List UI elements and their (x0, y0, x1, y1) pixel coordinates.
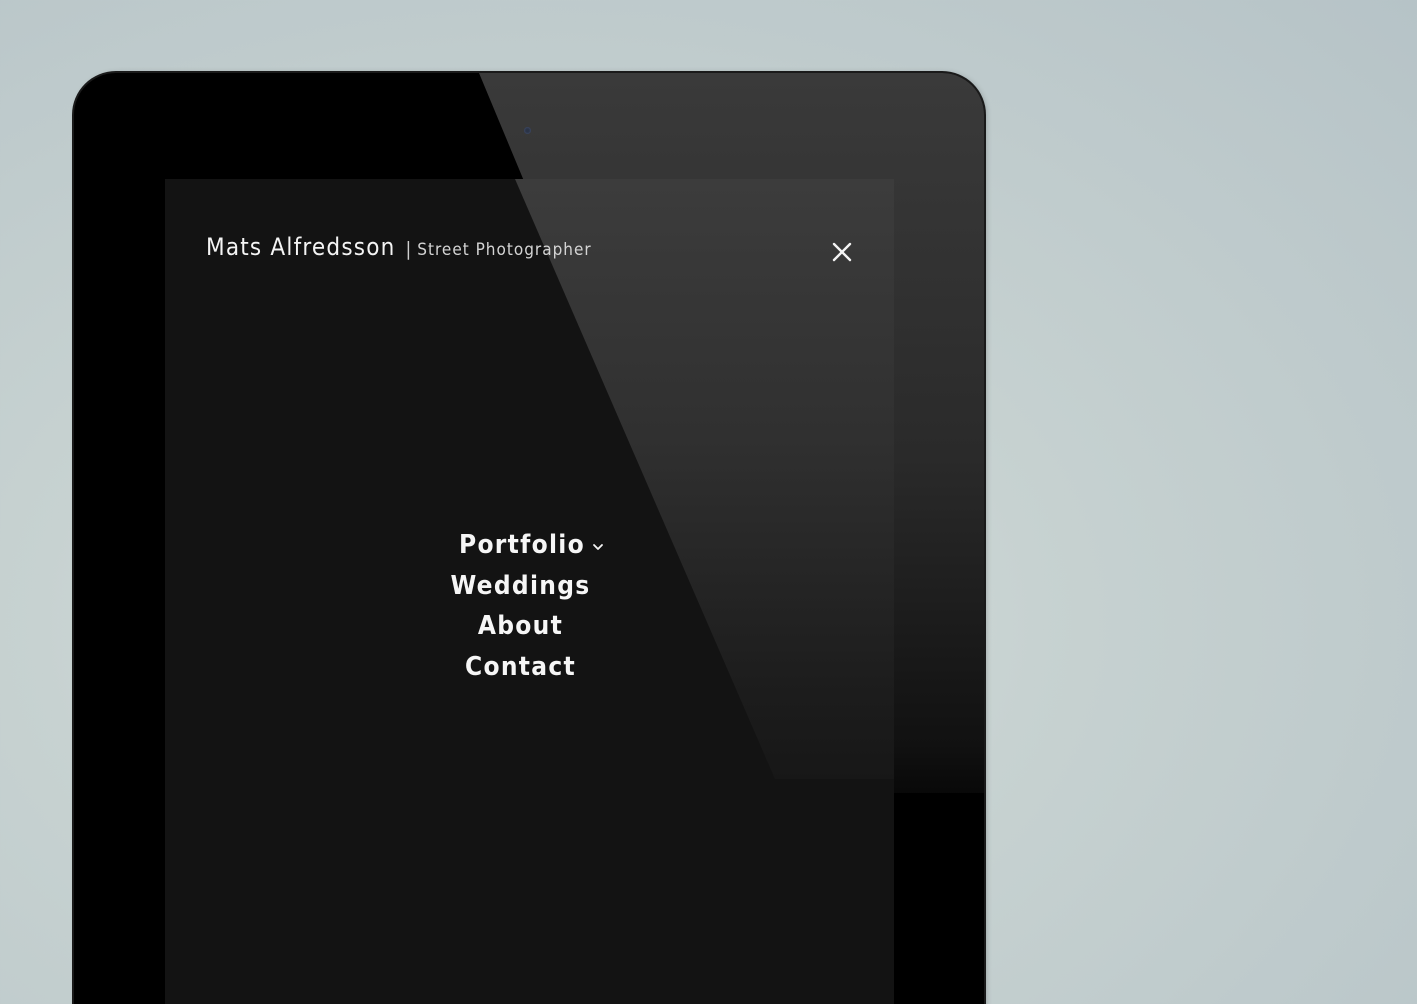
site-tagline: Street Photographer (417, 240, 592, 260)
menu-item-label: Contact (464, 651, 576, 682)
tablet-device: Mats Alfredsson | Street Photographer Po… (74, 73, 984, 1004)
main-menu: Portfolio Weddings About Contact (165, 525, 885, 687)
site-header: Mats Alfredsson | Street Photographer (206, 233, 592, 261)
menu-item-portfolio[interactable]: Portfolio (167, 525, 894, 566)
menu-item-about[interactable]: About (165, 606, 885, 647)
menu-item-label: About (477, 611, 564, 641)
menu-item-contact[interactable]: Contact (165, 647, 885, 688)
close-icon (832, 242, 852, 262)
close-menu-button[interactable] (829, 239, 855, 265)
camera-icon (524, 127, 531, 134)
title-separator: | (405, 238, 412, 260)
menu-item-label: Weddings (450, 570, 591, 601)
menu-item-weddings[interactable]: Weddings (165, 566, 885, 607)
chevron-down-icon[interactable] (592, 523, 604, 564)
site-name[interactable]: Mats Alfredsson (206, 233, 396, 261)
screen: Mats Alfredsson | Street Photographer Po… (165, 179, 894, 1004)
menu-item-label: Portfolio (459, 530, 585, 560)
